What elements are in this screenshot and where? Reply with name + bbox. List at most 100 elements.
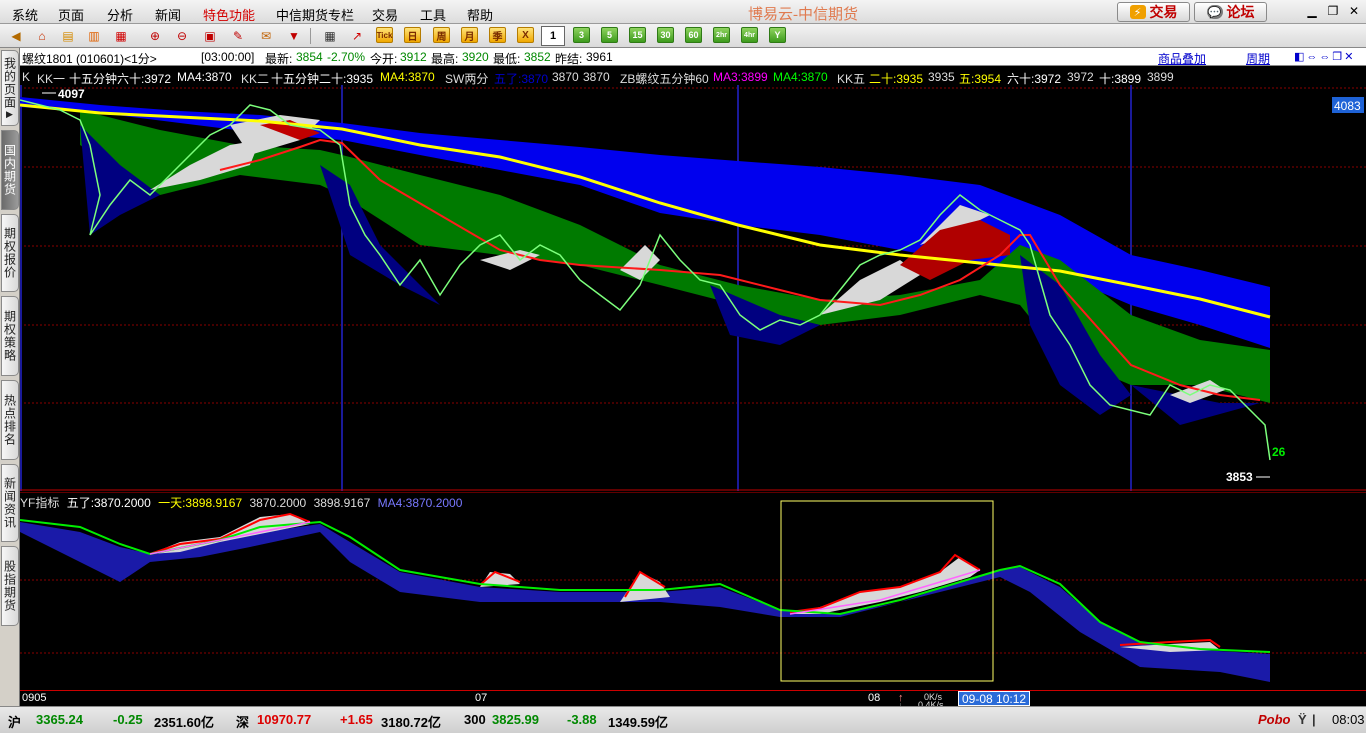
- kk5-10b: 3899: [1147, 70, 1174, 84]
- menu-news[interactable]: 新闻: [155, 5, 181, 24]
- period-3-button[interactable]: 3: [573, 27, 590, 43]
- overlay-link[interactable]: 商品叠加: [1158, 50, 1206, 67]
- chart-icon[interactable]: ▥: [84, 27, 104, 45]
- week-button[interactable]: 周: [433, 27, 450, 43]
- list-icon[interactable]: ▤: [58, 27, 78, 45]
- back-arrow-icon[interactable]: ◀: [6, 27, 26, 45]
- high-label: 最高:: [431, 52, 459, 66]
- x-label-08: 08: [868, 692, 881, 704]
- prev-settle-value: 3961: [586, 50, 613, 64]
- tab-news[interactable]: 新闻资讯: [1, 464, 19, 542]
- sh-amount: 2351.60亿: [154, 715, 214, 730]
- sz-label: 深: [236, 715, 250, 730]
- tab-index-futures-label: 股指期货: [2, 560, 17, 612]
- tab-hot-ranking[interactable]: 热点排名: [1, 380, 19, 460]
- high-value: 3920: [462, 50, 489, 64]
- menu-system[interactable]: 系统: [12, 5, 38, 24]
- period-4hr-button[interactable]: 4hr: [741, 27, 758, 43]
- trade-button[interactable]: ⚡ 交易: [1117, 2, 1190, 22]
- change-pct: -2.70%: [327, 50, 366, 64]
- pen-icon[interactable]: ✎: [228, 27, 248, 45]
- forum-button[interactable]: 💬 论坛: [1194, 2, 1267, 22]
- menu-help[interactable]: 帮助: [467, 5, 493, 24]
- quarter-button[interactable]: 季: [489, 27, 506, 43]
- hs300-amount: 1349.59亿: [608, 715, 668, 730]
- chart-nav-icons[interactable]: ◧⇔⇔❐✕: [1294, 50, 1355, 63]
- stamp-icon[interactable]: ✉: [256, 27, 276, 45]
- low-marker: 3853: [1226, 470, 1253, 484]
- zb-ma3: MA3:3899: [713, 70, 768, 84]
- toolbar: ◀ ⌂ ▤ ▥ ▦ ⊕ ⊖ ▣ ✎ ✉ ▼ ▦ ↗ Tick 日 周 月 季 X…: [0, 24, 1366, 48]
- period-1-button[interactable]: 1: [541, 26, 565, 46]
- sw-value-c: 3870: [583, 70, 610, 84]
- period-60-button[interactable]: 60: [685, 27, 702, 43]
- main-price-chart[interactable]: 4097 3853 26 4083: [20, 85, 1366, 491]
- status-divider: |: [1312, 712, 1316, 727]
- tab-my-page[interactable]: 我的页面 ▶: [1, 50, 19, 126]
- tab-my-page-label: 我的页面: [2, 56, 17, 109]
- tab-option-strategy-label: 期权策略: [2, 310, 17, 362]
- sh-index: 3365.24: [36, 712, 83, 727]
- chat-bubble-icon: 💬: [1206, 5, 1223, 19]
- tab-option-quotes[interactable]: 期权报价: [1, 214, 19, 292]
- period-year-button[interactable]: Y: [769, 27, 786, 43]
- open-value: 3912: [400, 50, 427, 64]
- sz-change: +1.65: [340, 712, 373, 727]
- tick-button[interactable]: Tick: [376, 27, 393, 43]
- period-5-button[interactable]: 5: [601, 27, 618, 43]
- window-icon[interactable]: ▣: [200, 27, 220, 45]
- sz-index: 10970.77: [257, 712, 312, 727]
- tab-domestic-futures[interactable]: 国内期货: [1, 130, 19, 210]
- day-button[interactable]: 日: [404, 27, 421, 43]
- prev-settle-label: 昨结:: [555, 52, 583, 66]
- tab-option-strategy[interactable]: 期权策略: [1, 296, 19, 376]
- low-label: 最低:: [493, 52, 521, 66]
- forum-button-label: 论坛: [1226, 4, 1255, 20]
- home-icon[interactable]: ⌂: [32, 27, 52, 45]
- app-title: 博易云-中信期货: [748, 7, 858, 23]
- pobo-logo: Pobo: [1258, 712, 1291, 727]
- trend-icon[interactable]: ↗: [347, 27, 367, 45]
- latest-value: 3854: [296, 50, 323, 64]
- sh-label: 沪: [8, 715, 22, 730]
- menu-page[interactable]: 页面: [58, 5, 84, 24]
- x-label-0905: 0905: [22, 692, 47, 704]
- x-axis: 0905 07 08 ↑ 0K/s ↓ 0.4K/s: [20, 690, 1366, 710]
- kk5-60b: 3972: [1067, 70, 1094, 84]
- period-15-button[interactable]: 15: [629, 27, 646, 43]
- hs300-change: -3.88: [567, 712, 597, 727]
- period-link[interactable]: 周期: [1246, 50, 1270, 67]
- minimize-icon[interactable]: ▁: [1303, 3, 1321, 19]
- menu-citic-column[interactable]: 中信期货专栏: [276, 5, 354, 24]
- sub-indicator-chart[interactable]: [20, 492, 1366, 690]
- bar-chart-icon[interactable]: ▦: [111, 27, 131, 45]
- zb-ma4: MA4:3870: [773, 70, 828, 84]
- table-icon[interactable]: ▦: [320, 27, 340, 45]
- chart-header: 螺纹1801 (010601)<1分> [03:00:00] 最新: 3854 …: [20, 48, 1366, 66]
- tab-option-quotes-label: 期权报价: [2, 227, 17, 279]
- menu-trade[interactable]: 交易: [372, 5, 398, 24]
- zoom-out-icon[interactable]: ⊖: [172, 27, 192, 45]
- hs300-label: 300: [464, 712, 486, 727]
- lightning-icon: ⚡: [1129, 5, 1146, 19]
- tab-news-label: 新闻资讯: [2, 477, 17, 529]
- sub-v2: 3898.9167: [313, 496, 371, 510]
- time-label: [03:00:00]: [201, 50, 255, 64]
- app-window: 系统 页面 分析 新闻 特色功能 中信期货专栏 交易 工具 帮助 博易云-中信期…: [0, 0, 1366, 733]
- latest-label: 最新:: [265, 52, 293, 66]
- menu-tools[interactable]: 工具: [420, 5, 446, 24]
- month-button[interactable]: 月: [461, 27, 478, 43]
- x-button[interactable]: X: [517, 27, 534, 43]
- period-30-button[interactable]: 30: [657, 27, 674, 43]
- filter-icon[interactable]: ▼: [284, 27, 304, 45]
- sub-yitian: 一天:3898.9167: [158, 496, 243, 510]
- maximize-icon[interactable]: ❐: [1324, 3, 1342, 19]
- k-label: K: [22, 70, 31, 84]
- tab-index-futures[interactable]: 股指期货: [1, 546, 19, 626]
- period-2hr-button[interactable]: 2hr: [713, 27, 730, 43]
- menu-features[interactable]: 特色功能: [203, 5, 255, 24]
- sub-v1: 3870.2000: [249, 496, 307, 510]
- close-icon[interactable]: ✕: [1345, 3, 1363, 19]
- menu-analysis[interactable]: 分析: [107, 5, 133, 24]
- zoom-in-icon[interactable]: ⊕: [145, 27, 165, 45]
